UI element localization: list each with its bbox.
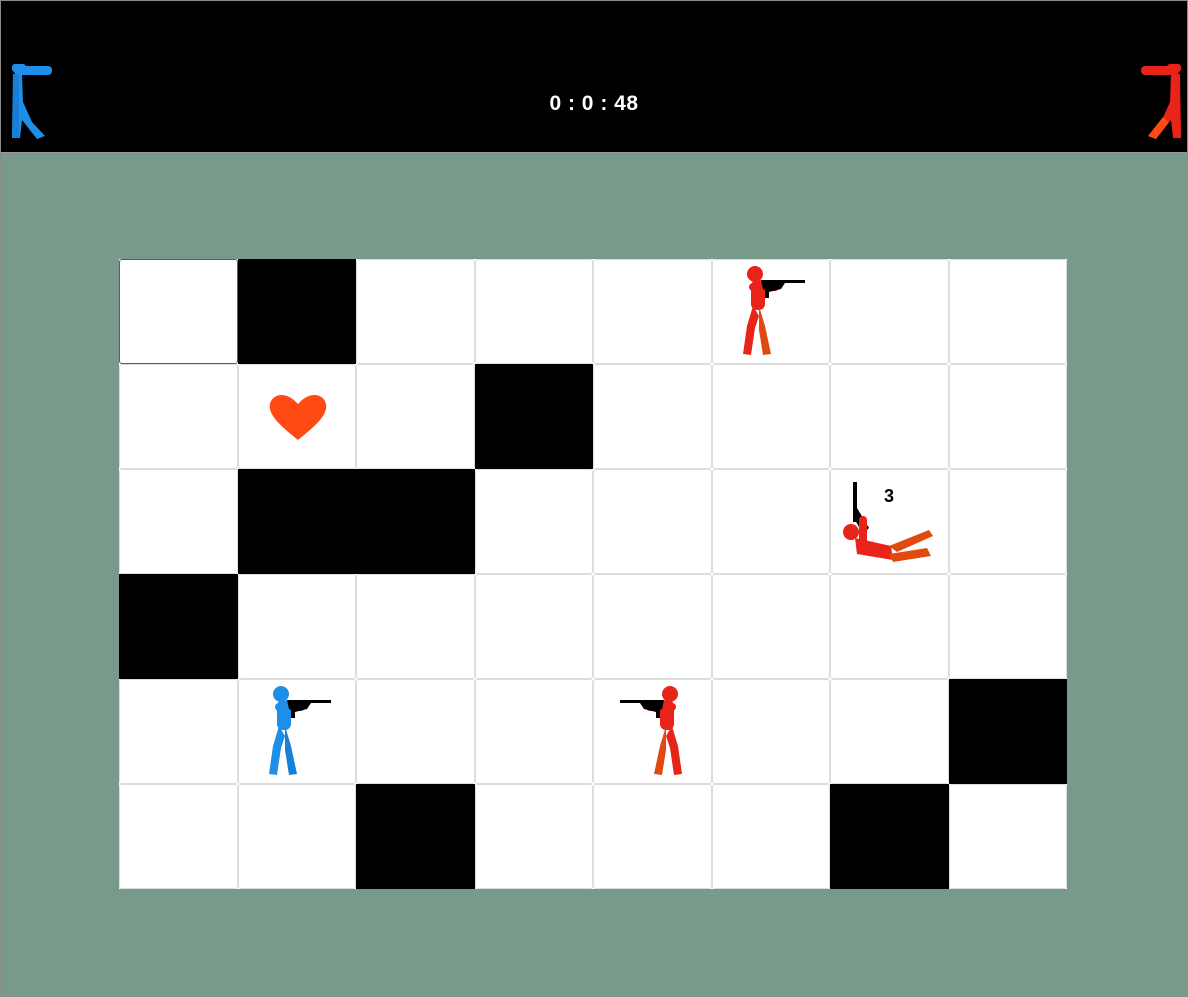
wall-cell [356, 784, 475, 889]
board-cell[interactable] [119, 784, 238, 889]
wall-cell [474, 364, 593, 469]
wall-cell [830, 784, 949, 889]
red-player-icon [1139, 62, 1183, 140]
wall-cell [119, 574, 238, 679]
board-cell[interactable] [593, 784, 712, 889]
board-cell[interactable] [237, 364, 356, 469]
board-cell[interactable] [711, 679, 830, 784]
board-cell[interactable] [474, 469, 593, 574]
board-cell[interactable] [948, 259, 1067, 364]
blue-soldier-unit[interactable] [239, 680, 356, 783]
board-cell[interactable] [237, 784, 356, 889]
board-cell[interactable] [948, 574, 1067, 679]
wall-cell [948, 679, 1067, 784]
red-soldier-unit[interactable] [594, 680, 711, 783]
board-cell[interactable] [711, 364, 830, 469]
board-cell[interactable] [119, 679, 238, 784]
game-frame: 0 : 0 : 48 3 [0, 0, 1188, 997]
board-cell[interactable] [356, 679, 475, 784]
board-cell[interactable] [593, 574, 712, 679]
board-cell[interactable] [711, 574, 830, 679]
red-soldier-downed-unit[interactable]: 3 [831, 470, 948, 573]
board-cell[interactable] [356, 259, 475, 364]
board-cell[interactable] [119, 364, 238, 469]
board-cell[interactable] [237, 574, 356, 679]
selected-board-cell[interactable] [119, 259, 238, 364]
board-cell[interactable]: 3 [830, 469, 949, 574]
board-cell[interactable] [356, 364, 475, 469]
board-cell[interactable] [474, 784, 593, 889]
board-cell[interactable] [830, 574, 949, 679]
board-cell[interactable] [119, 469, 238, 574]
heart-pickup-icon[interactable] [239, 365, 356, 468]
board-cell[interactable] [711, 784, 830, 889]
board-cell[interactable] [948, 784, 1067, 889]
board-cell[interactable] [593, 259, 712, 364]
hud-bar: 0 : 0 : 48 [1, 1, 1187, 153]
board-cell[interactable] [593, 679, 712, 784]
game-timer: 0 : 0 : 48 [549, 92, 639, 115]
board-cell[interactable] [356, 574, 475, 679]
board-cell[interactable] [593, 469, 712, 574]
board-cell[interactable] [830, 364, 949, 469]
board-cell[interactable] [593, 364, 712, 469]
red-soldier-unit[interactable] [713, 260, 830, 363]
wall-cell [237, 469, 356, 574]
board-cell[interactable] [474, 679, 593, 784]
unit-count-badge: 3 [884, 486, 895, 506]
board-cell[interactable] [948, 364, 1067, 469]
board-cell[interactable] [830, 259, 949, 364]
board-cell[interactable] [237, 679, 356, 784]
wall-cell [356, 469, 475, 574]
board-cell[interactable] [474, 259, 593, 364]
board-cell[interactable] [711, 259, 830, 364]
board-cell[interactable] [711, 469, 830, 574]
wall-cell [237, 259, 356, 364]
board-cell[interactable] [474, 574, 593, 679]
board-cell[interactable] [830, 679, 949, 784]
board-cell[interactable] [948, 469, 1067, 574]
game-board: 3 [119, 259, 1067, 889]
